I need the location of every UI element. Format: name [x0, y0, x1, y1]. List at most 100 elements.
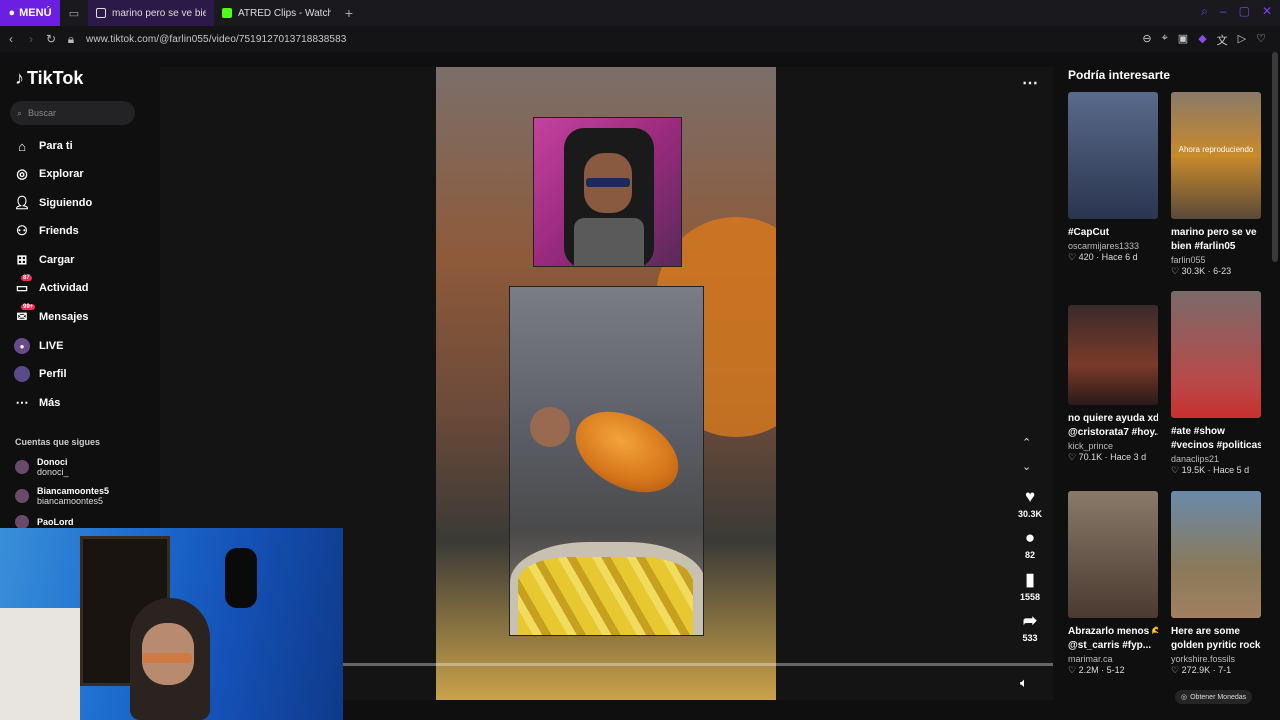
recommendation-card[interactable]: #CapCut oscarmijares1333 ♡ 420 · Hace 6 d [1068, 92, 1158, 263]
shield-icon[interactable]: ◆ [1198, 32, 1206, 48]
card-username[interactable]: marimar.ca [1068, 654, 1158, 664]
back-icon[interactable]: ‹ [6, 32, 16, 46]
sidebar-item-mas[interactable]: ⋯ Más [14, 393, 61, 413]
more-icon: ⋯ [15, 395, 29, 410]
card-caption[interactable]: golden pyritic rock... [1171, 639, 1261, 653]
like-count: 30.3K [1017, 509, 1043, 519]
card-caption[interactable]: @st_carris #fyp... [1068, 639, 1158, 653]
card-username[interactable]: oscarmijares1333 [1068, 241, 1158, 251]
lock-icon: 🔒︎ [67, 31, 75, 46]
share-button[interactable]: ➦ 533 [1010, 612, 1050, 643]
recommendation-card[interactable]: Ahora reproduciendo marino pero se ve bien… [1171, 92, 1261, 277]
live-icon: ● [14, 338, 30, 354]
sidebar-item-friends[interactable]: ⚇ Friends [14, 221, 79, 241]
card-stats: ♡ 70.1K · Hace 3 d [1068, 452, 1147, 462]
activity-badge: 87 [21, 275, 32, 281]
address-bar: ‹ › ↻ 🔒︎ www.tiktok.com/@farlin055/video… [0, 26, 1280, 52]
pin-icon[interactable]: ⌖ [1162, 32, 1168, 48]
recommendation-card[interactable]: Here are some golden pyritic rock... yorks… [1171, 491, 1261, 676]
sidebar-item-siguiendo[interactable]: 👤︎ Siguiendo [14, 193, 92, 213]
following-title: Cuentas que sigues [15, 437, 101, 447]
heart-icon[interactable]: ♡ [1256, 32, 1266, 48]
minimize-icon[interactable]: – [1220, 4, 1227, 19]
search-icon: ⌕ [17, 107, 23, 118]
forward-icon[interactable]: › [26, 32, 36, 46]
avatar [15, 515, 29, 529]
following-icon: 👤︎ [13, 195, 31, 210]
sidebar-item-explorar[interactable]: ◎ Explorar [14, 164, 83, 184]
browser-tab-bar: ● MENÚ ▭ marino pero se ve bien #f ATRED… [0, 0, 1280, 26]
close-icon[interactable]: ✕ [1262, 4, 1272, 19]
card-caption[interactable]: no quiere ayuda xd [1068, 412, 1158, 426]
video-thumbnail[interactable] [1068, 305, 1158, 405]
sidebar-item-para-ti[interactable]: ⌂ Para ti [14, 136, 73, 156]
get-coins-button[interactable]: ◎ Obtener Monedas [1175, 690, 1253, 704]
card-caption[interactable]: #CapCut [1068, 226, 1158, 240]
video-thumbnail[interactable] [1171, 491, 1261, 618]
card-username[interactable]: danaclips21 [1171, 454, 1261, 464]
maximize-icon[interactable]: ▢ [1239, 4, 1250, 19]
save-count: 1558 [1019, 592, 1041, 602]
recommendation-card[interactable]: #ate #show#vecinos #politicas...danaclip… [1171, 291, 1261, 476]
tab-overview-icon[interactable]: ▭ [60, 0, 88, 26]
video-thumbnail[interactable]: Ahora reproduciendo [1171, 92, 1261, 219]
following-account[interactable]: Donoci donoci_ [15, 457, 69, 477]
card-stats: ♡ 19.5K · Hace 5 d [1171, 465, 1250, 475]
url-field[interactable]: www.tiktok.com/@farlin055/video/75191270… [86, 34, 346, 45]
more-options-icon[interactable]: ⋯ [1022, 73, 1039, 93]
recommendation-card[interactable]: no quiere ayuda xd @cristorata7 #hoy... ki… [1068, 305, 1158, 463]
search-tabs-icon[interactable]: ⌕ [1201, 4, 1208, 19]
messages-badge: 99+ [21, 304, 36, 310]
save-button[interactable]: ▮ 1558 [1010, 571, 1050, 602]
compass-icon: ◎ [16, 166, 28, 181]
sidebar-item-cargar[interactable]: ⊞ Cargar [14, 250, 75, 270]
volume-icon[interactable]: 🔈︎ [1020, 675, 1028, 691]
sidebar-item-actividad[interactable]: ▭ 87 Actividad [14, 275, 89, 298]
card-caption[interactable]: bien #farlin05 [1171, 240, 1261, 254]
like-button[interactable]: ♥ 30.3K [1010, 488, 1050, 519]
next-video-icon[interactable]: ⌄ [1022, 460, 1031, 473]
video-thumbnail[interactable] [1068, 491, 1158, 618]
card-caption[interactable]: #vecinos #politicas... [1171, 439, 1261, 453]
send-icon[interactable]: ▷ [1238, 32, 1246, 48]
comment-count: 82 [1024, 550, 1035, 560]
card-username[interactable]: kick_prince [1068, 441, 1158, 451]
snapshot-icon[interactable]: ▣ [1178, 32, 1188, 48]
card-caption[interactable]: Abrazarlo menos 🫶 [1068, 625, 1158, 639]
share-icon: ➦ [1022, 611, 1038, 630]
recommendation-card[interactable]: Abrazarlo menos 🫶 @st_carris #fyp... marim… [1068, 491, 1158, 676]
comment-icon: ● [1024, 528, 1036, 547]
card-caption[interactable]: @cristorata7 #hoy... [1068, 426, 1158, 440]
following-account[interactable]: Biancamoontes5 biancamoontes5 [15, 486, 109, 506]
progress-bar[interactable] [343, 663, 1053, 666]
browser-tab[interactable]: ATRED Clips - Watch Live [214, 0, 339, 26]
card-username[interactable]: yorkshire.fossils [1171, 654, 1261, 664]
sidebar-item-perfil[interactable]: Perfil [14, 364, 67, 384]
card-caption[interactable]: Here are some [1171, 625, 1261, 639]
browser-menu-button[interactable]: ● MENÚ [0, 0, 60, 26]
reload-icon[interactable]: ↻ [46, 32, 56, 46]
upload-icon: ⊞ [16, 252, 28, 267]
card-caption[interactable]: #ate #show [1171, 425, 1261, 439]
card-caption[interactable]: marino pero se ve [1171, 226, 1261, 240]
search-input[interactable]: ⌕ Buscar [10, 101, 135, 125]
video-thumbnail[interactable] [1171, 291, 1261, 418]
sidebar-item-mensajes[interactable]: ✉ 99+ Mensajes [14, 304, 89, 327]
zoom-icon[interactable]: ⊖ [1142, 32, 1151, 48]
following-account[interactable]: PaoLord [15, 515, 74, 529]
card-username[interactable]: farlin055 [1171, 255, 1261, 265]
card-stats: ♡ 2.2M · 5-12 [1068, 665, 1125, 675]
card-stats: ♡ 272.9K · 7-1 [1171, 665, 1232, 675]
new-tab-button[interactable]: + [339, 5, 359, 21]
tiktok-favicon-icon [96, 8, 106, 18]
previous-video-icon[interactable]: ⌃ [1022, 436, 1031, 449]
sidebar-item-live[interactable]: ● LIVE [14, 336, 63, 356]
comment-button[interactable]: ● 82 [1010, 529, 1050, 560]
translate-icon[interactable]: 文 [1217, 32, 1228, 48]
browser-tab-active[interactable]: marino pero se ve bien #f [88, 0, 214, 26]
scrollbar[interactable] [1272, 52, 1278, 262]
tiktok-logo[interactable]: ♪ TikTok [15, 68, 83, 89]
video-frame[interactable] [436, 67, 776, 700]
video-thumbnail[interactable] [1068, 92, 1158, 219]
now-playing-label: Ahora reproduciendo [1178, 145, 1254, 155]
